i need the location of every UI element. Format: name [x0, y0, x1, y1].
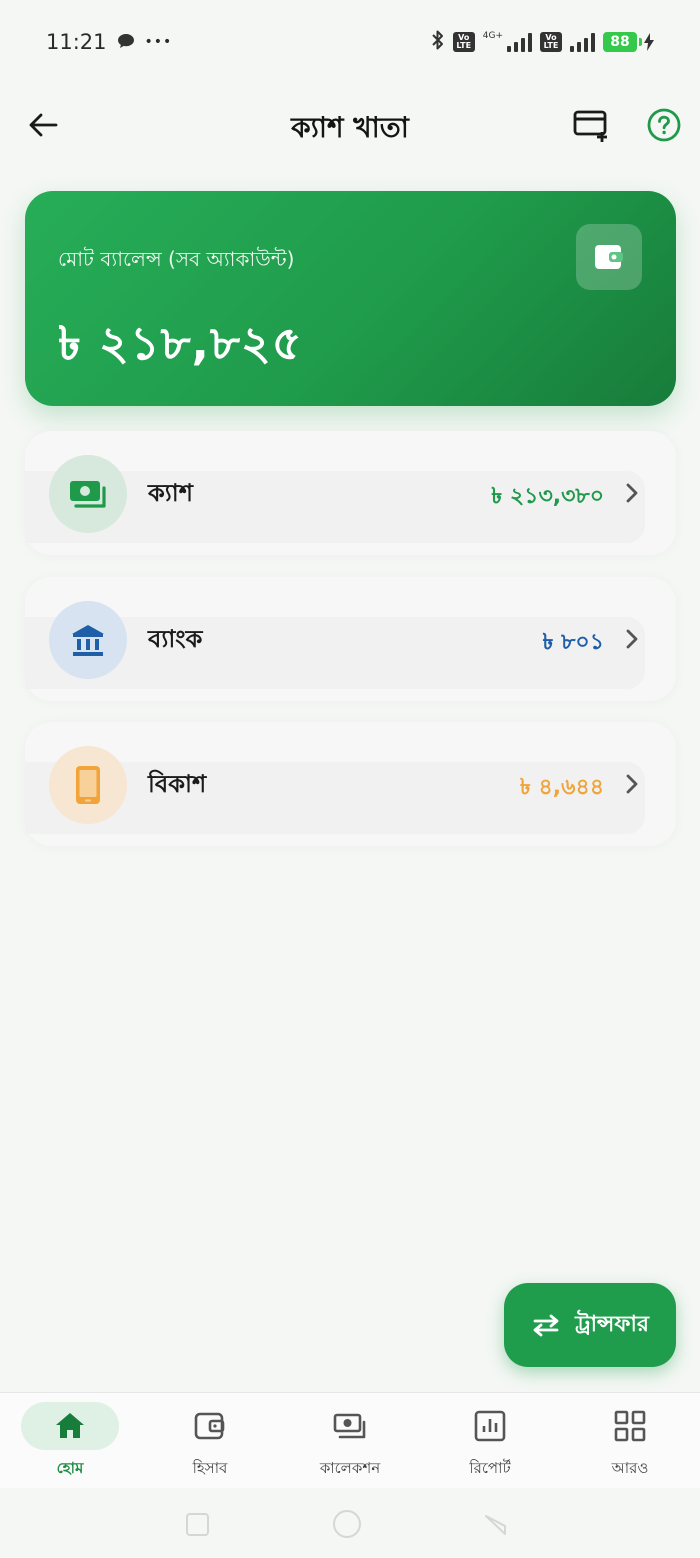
- account-amount-cash: ৳ ২১৩,৩৮০: [491, 484, 604, 509]
- account-row-cash[interactable]: ক্যাশ ৳ ২১৩,৩৮০: [25, 431, 676, 555]
- nav-label-home: হোম: [56, 1459, 84, 1477]
- help-icon: [647, 108, 681, 142]
- account-amount-bkash: ৳ ৪,৬৪৪: [519, 775, 604, 800]
- add-card-icon: [573, 110, 607, 142]
- status-right: Vo LTE 4G+ Vo LTE 88: [431, 29, 654, 55]
- status-left: 11:21 •••: [46, 30, 172, 54]
- balance-amount: ৳ ২১৮,৮২৫: [58, 316, 303, 370]
- cash-icon: [70, 481, 106, 508]
- status-time: 11:21: [46, 30, 107, 54]
- nav-label-more: আরও: [611, 1459, 649, 1477]
- transfer-arrows-icon: [533, 1314, 559, 1337]
- nav-label-accounts: হিসাব: [192, 1459, 228, 1477]
- account-name-cash: ক্যাশ: [148, 479, 193, 507]
- wallet-icon: [595, 245, 623, 269]
- add-card-button[interactable]: [572, 106, 612, 144]
- mobile-phone-icon: [76, 766, 100, 804]
- nav-label-collection: কালেকশন: [319, 1459, 381, 1477]
- signal-icon: [507, 32, 532, 52]
- back-system-button: [485, 1515, 506, 1535]
- nav-item-accounts[interactable]: হিসাব: [140, 1393, 280, 1489]
- recent-apps-button: [186, 1513, 209, 1536]
- home-system-button: [333, 1510, 361, 1538]
- bottom-navigation: হোম হিসাব কালেকশন রিপোর্ট আরও: [0, 1392, 700, 1488]
- transfer-label: ট্রান্সফার: [575, 1311, 649, 1337]
- account-name-bkash: বিকাশ: [148, 770, 207, 798]
- battery-level: 88: [603, 32, 637, 52]
- help-button[interactable]: [645, 106, 683, 144]
- wallet-badge: [576, 224, 642, 290]
- home-icon: [56, 1413, 84, 1438]
- account-icon-bkash: [49, 746, 127, 824]
- bluetooth-icon: [431, 29, 445, 55]
- account-row-bank[interactable]: ব্যাংক ৳ ৮০১: [25, 577, 676, 701]
- nav-item-more[interactable]: আরও: [560, 1393, 700, 1489]
- chevron-right-icon: [626, 483, 638, 503]
- chat-bubble-icon: [117, 30, 135, 54]
- nav-label-report: রিপোর্ট: [469, 1459, 511, 1477]
- account-row-bkash[interactable]: বিকাশ ৳ ৪,৬৪৪: [25, 722, 676, 846]
- nav-item-collection[interactable]: কালেকশন: [280, 1393, 420, 1489]
- cash-icon: [333, 1413, 366, 1439]
- account-icon-cash: [49, 455, 127, 533]
- status-bar: 11:21 ••• Vo LTE 4G+ Vo LTE 88: [0, 0, 700, 84]
- battery-charging-icon: 88: [603, 32, 654, 52]
- app-header: ক্যাশ খাতা: [0, 90, 700, 160]
- bank-icon: [72, 625, 104, 656]
- chevron-right-icon: [626, 774, 638, 794]
- total-balance-card: মোট ব্যালেন্স (সব অ্যাকাউন্ট) ৳ ২১৮,৮২৫: [25, 191, 676, 406]
- more-dots: •••: [144, 34, 173, 50]
- volte-badge: Vo LTE: [452, 32, 475, 52]
- system-navigation-bar: [0, 1488, 700, 1558]
- nav-item-report[interactable]: রিপোর্ট: [420, 1393, 560, 1489]
- account-amount-bank: ৳ ৮০১: [542, 630, 604, 655]
- transfer-button[interactable]: ট্রান্সফার: [504, 1283, 676, 1367]
- volte-badge-2: Vo LTE: [540, 32, 562, 52]
- balance-label: মোট ব্যালেন্স (সব অ্যাকাউন্ট): [58, 247, 295, 271]
- account-icon-bank: [49, 601, 127, 679]
- chevron-right-icon: [626, 629, 638, 649]
- wallet-icon: [194, 1412, 225, 1440]
- account-name-bank: ব্যাংক: [148, 625, 203, 653]
- report-chart-icon: [474, 1410, 506, 1442]
- grid-icon: [614, 1410, 646, 1442]
- nav-item-home[interactable]: হোম: [0, 1393, 140, 1489]
- signal-icon-2: [570, 32, 595, 52]
- network-type: 4G+: [482, 31, 503, 41]
